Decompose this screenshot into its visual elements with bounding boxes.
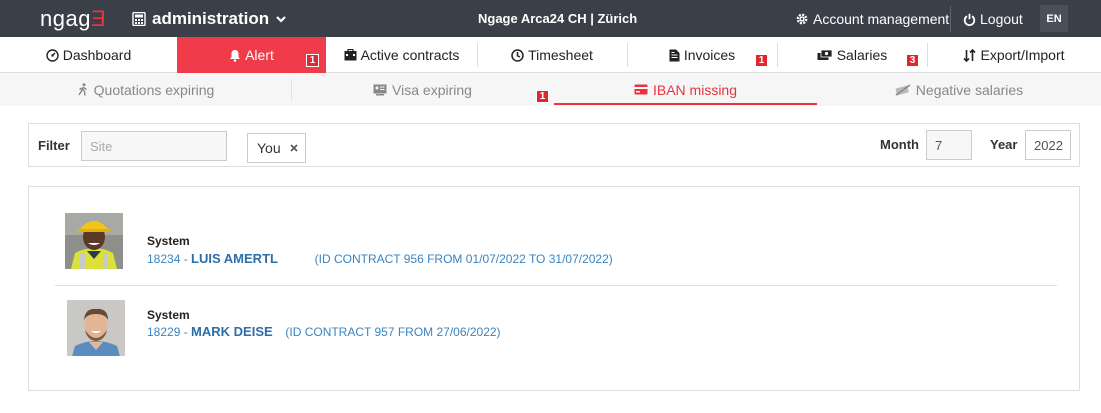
iban-missing-list: System 18234 - LUIS AMERTL (ID CONTRACT … xyxy=(28,186,1080,391)
visa-count-badge: 1 xyxy=(536,90,549,103)
alert-count-badge: 1 xyxy=(306,54,319,67)
top-bar: ngagƎ administration Ngage Arca24 CH | Z… xyxy=(0,0,1101,37)
tab-invoices[interactable]: Invoices 1 xyxy=(627,37,777,73)
sub-tabs: Quotations expiring Visa expiring 1 IBAN… xyxy=(0,73,1101,106)
company-name: Ngage Arca24 CH | Zürich xyxy=(478,11,638,26)
subtab-quotations-expiring[interactable]: Quotations expiring xyxy=(0,73,291,106)
app-logo[interactable]: ngagƎ xyxy=(40,6,106,32)
calculator-icon xyxy=(132,12,146,26)
item-details: 18234 - LUIS AMERTL (ID CONTRACT 956 FRO… xyxy=(147,251,613,266)
employee-id: 18229 - xyxy=(147,325,188,339)
language-selector[interactable]: EN xyxy=(1040,5,1068,32)
site-filter-input[interactable] xyxy=(81,131,227,161)
year-label: Year xyxy=(990,137,1018,152)
year-input[interactable] xyxy=(1025,130,1071,160)
list-item[interactable]: System 18229 - MARK DEISE (ID CONTRACT 9… xyxy=(29,286,1079,391)
gear-icon xyxy=(796,13,808,25)
account-management-link[interactable]: Account management xyxy=(795,11,949,27)
main-tabs: Dashboard Alert 1 Active contracts Times… xyxy=(0,37,1101,73)
salaries-count-badge: 3 xyxy=(906,54,919,67)
contract-info-link[interactable]: (ID CONTRACT 957 FROM 27/06/2022) xyxy=(285,325,500,339)
close-icon[interactable] xyxy=(289,143,299,153)
bell-icon xyxy=(230,49,241,62)
month-label: Month xyxy=(880,137,919,152)
chevron-down-icon xyxy=(276,16,286,23)
avatar xyxy=(65,213,123,269)
invoices-count-badge: 1 xyxy=(755,54,768,67)
avatar xyxy=(67,300,125,356)
item-source: System xyxy=(147,308,190,322)
money-icon xyxy=(817,49,833,60)
employee-name-link[interactable]: LUIS AMERTL xyxy=(191,251,278,266)
logout-button[interactable]: Logout xyxy=(963,11,1023,27)
list-item[interactable]: System 18234 - LUIS AMERTL (ID CONTRACT … xyxy=(29,187,1079,285)
money-off-icon xyxy=(895,83,911,96)
contracts-icon xyxy=(344,49,357,61)
tab-dashboard[interactable]: Dashboard xyxy=(0,37,177,73)
module-selector[interactable]: administration xyxy=(132,9,287,29)
filter-panel: Filter You Month Year xyxy=(28,123,1080,167)
employee-id: 18234 - xyxy=(147,252,188,266)
credit-card-icon xyxy=(634,84,648,95)
tab-alert[interactable]: Alert 1 xyxy=(177,37,326,73)
walking-icon xyxy=(78,83,87,96)
user-filter-chip[interactable]: You xyxy=(247,133,306,163)
tab-export-import[interactable]: Export/Import xyxy=(927,37,1101,73)
active-subtab-indicator xyxy=(554,103,817,105)
clock-icon xyxy=(511,48,524,62)
tab-active-contracts[interactable]: Active contracts xyxy=(326,37,477,73)
item-details: 18229 - MARK DEISE (ID CONTRACT 957 FROM… xyxy=(147,324,501,339)
subtab-visa-expiring[interactable]: Visa expiring 1 xyxy=(291,73,554,106)
dashboard-icon xyxy=(46,48,59,62)
module-label: administration xyxy=(152,9,270,28)
power-icon xyxy=(963,13,976,26)
subtab-negative-salaries[interactable]: Negative salaries xyxy=(817,73,1101,106)
invoice-icon xyxy=(669,49,680,61)
sort-icon xyxy=(963,48,977,62)
employee-name-link[interactable]: MARK DEISE xyxy=(191,324,273,339)
tab-salaries[interactable]: Salaries 3 xyxy=(777,37,927,73)
topbar-divider xyxy=(950,6,951,32)
month-input[interactable] xyxy=(926,130,972,160)
item-source: System xyxy=(147,234,190,248)
id-card-icon xyxy=(373,84,387,95)
subtab-iban-missing[interactable]: IBAN missing xyxy=(554,73,817,106)
filter-label: Filter xyxy=(38,138,70,153)
contract-info-link[interactable]: (ID CONTRACT 956 FROM 01/07/2022 TO 31/0… xyxy=(315,252,613,266)
tab-timesheet[interactable]: Timesheet xyxy=(477,37,627,73)
